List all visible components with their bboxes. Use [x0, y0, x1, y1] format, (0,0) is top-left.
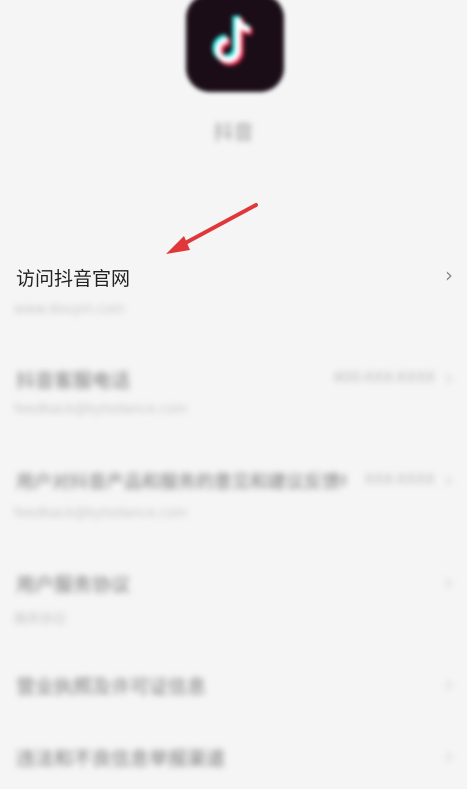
chevron-right-icon: › — [445, 570, 453, 594]
row-title: 违法和不良信息举报渠道 — [16, 748, 226, 770]
tiktok-logo-icon — [212, 15, 253, 66]
chevron-right-icon: › — [445, 366, 453, 390]
row-visit-official-site[interactable]: 访问抖音官网 › www.douyin.com — [0, 258, 467, 338]
row-subtitle: feedback@bytedance.com — [14, 402, 188, 417]
about-page: 抖音 访问抖音官网 › www.douyin.com 抖音客服电话 400-XX… — [0, 0, 467, 789]
row-subtitle: feedback@bytedance.com — [14, 506, 188, 521]
row-subtitle: www.douyin.com — [14, 302, 125, 317]
chevron-right-icon: › — [445, 468, 453, 492]
app-name: 抖音 — [213, 120, 254, 144]
row-title: 用户对抖音产品和服务的意见和建议反馈电话 — [16, 472, 346, 493]
row-user-agreement[interactable]: 用户服务协议 › 服务协议 — [0, 568, 467, 648]
row-title: 抖音客服电话 — [16, 370, 131, 392]
row-report-channel[interactable]: 违法和不良信息举报渠道 › — [0, 742, 467, 789]
row-title: 用户服务协议 — [16, 574, 131, 596]
row-business-license[interactable]: 营业执照及许可证信息 › — [0, 670, 467, 730]
chevron-right-icon: › — [445, 263, 453, 287]
chevron-right-icon: › — [445, 672, 453, 696]
app-icon — [186, 0, 284, 92]
row-feedback-phone[interactable]: 用户对抖音产品和服务的意见和建议反馈电话 XXX-XXXX › feedback… — [0, 466, 467, 546]
row-value: 400-XXX-XXXX — [333, 370, 435, 386]
row-value: XXX-XXXX — [364, 472, 435, 488]
row-subtitle: 服务协议 — [14, 612, 67, 627]
chevron-right-icon: › — [445, 744, 453, 768]
row-title: 访问抖音官网 — [16, 268, 131, 290]
row-customer-service[interactable]: 抖音客服电话 400-XXX-XXXX › feedback@bytedance… — [0, 364, 467, 444]
row-title: 营业执照及许可证信息 — [16, 676, 207, 698]
